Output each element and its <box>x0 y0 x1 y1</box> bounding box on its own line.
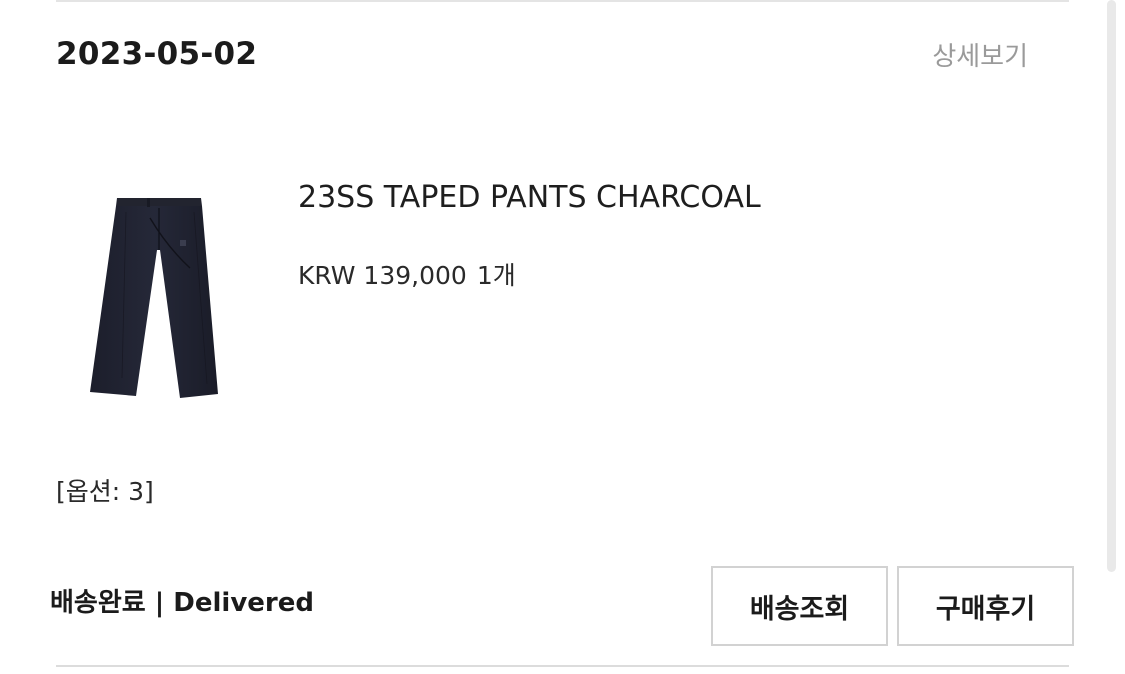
top-divider <box>56 0 1069 2</box>
order-date: 2023-05-02 <box>56 36 258 72</box>
delivery-status: 배송완료 | Delivered <box>50 588 314 618</box>
product-quantity: 1개 <box>476 261 516 290</box>
scrollbar[interactable] <box>1107 0 1116 572</box>
track-delivery-button[interactable]: 배송조회 <box>711 566 888 646</box>
view-details-link[interactable]: 상세보기 <box>932 36 1028 73</box>
product-price: KRW 139,000 <box>298 261 467 290</box>
bottom-divider <box>56 665 1069 667</box>
write-review-button[interactable]: 구매후기 <box>897 566 1074 646</box>
product-name[interactable]: 23SS TAPED PANTS CHARCOAL <box>298 180 761 215</box>
pants-image[interactable] <box>82 188 232 408</box>
product-price-row: KRW 139,000 1개 <box>298 256 516 292</box>
order-history-card: 2023-05-02 상세보기 23SS TAPED PANTS CHARCOA… <box>0 0 1125 674</box>
product-option: [옵션: 3] <box>56 477 154 506</box>
